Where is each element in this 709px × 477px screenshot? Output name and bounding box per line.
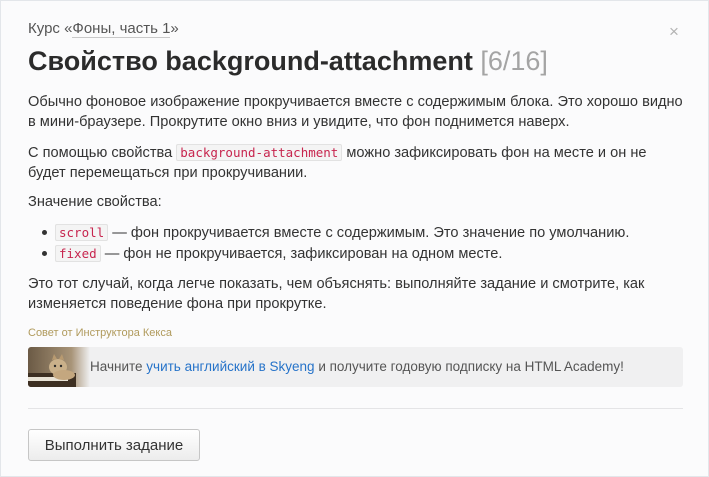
promo-link[interactable]: учить английский в Skyeng <box>146 359 314 374</box>
step-progress: [6/16] <box>480 46 548 76</box>
list-item-text: — фон не прокручивается, зафиксирован на… <box>100 246 503 262</box>
divider <box>28 408 683 409</box>
course-prefix: Курс « <box>28 20 73 37</box>
paragraph-values-heading: Значение свойства: <box>28 194 162 210</box>
list-item-text: — фон прокручивается вместе с содержимым… <box>108 225 630 241</box>
code-value-scroll: scroll <box>55 224 109 241</box>
cat-photo-icon <box>28 347 90 387</box>
promo-banner: Начните учить английский в Skyeng и полу… <box>28 347 683 387</box>
title-text: Свойство background-attachment <box>28 46 473 76</box>
paragraph-text: С помощью свойства <box>28 145 177 161</box>
course-suffix: » <box>170 20 179 37</box>
tip-label: Совет от Инструктора Кекса <box>28 327 172 339</box>
values-list: scroll — фон прокручивается вместе с сод… <box>28 222 629 264</box>
paragraph-outro: Это тот случай, когда легче показать, че… <box>28 276 645 312</box>
list-item: fixed — фон не прокручивается, зафиксиро… <box>28 243 629 264</box>
promo-text-end: и получите годовую подписку на HTML Acad… <box>314 359 624 374</box>
course-breadcrumb: Курс «Фоны, часть 1» <box>28 20 179 38</box>
task-panel: Курс «Фоны, часть 1» × Свойство backgrou… <box>0 0 709 477</box>
page-title: Свойство background-attachment [6/16] <box>28 46 548 77</box>
close-icon[interactable]: × <box>669 23 679 40</box>
list-item: scroll — фон прокручивается вместе с сод… <box>28 222 629 243</box>
promo-text: Начните учить английский в Skyeng и полу… <box>90 359 624 374</box>
course-link[interactable]: Фоны, часть 1 <box>72 20 171 38</box>
bullet-icon <box>42 251 47 256</box>
submit-task-button[interactable]: Выполнить задание <box>28 429 200 461</box>
paragraph-intro: Обычно фоновое изображение прокручиваетс… <box>28 94 683 130</box>
paragraph-property: С помощью свойства background-attachment… <box>28 143 683 183</box>
bullet-icon <box>42 230 47 235</box>
code-property: background-attachment <box>176 144 343 161</box>
promo-text-start: Начните <box>90 359 147 374</box>
code-value-fixed: fixed <box>55 245 101 262</box>
